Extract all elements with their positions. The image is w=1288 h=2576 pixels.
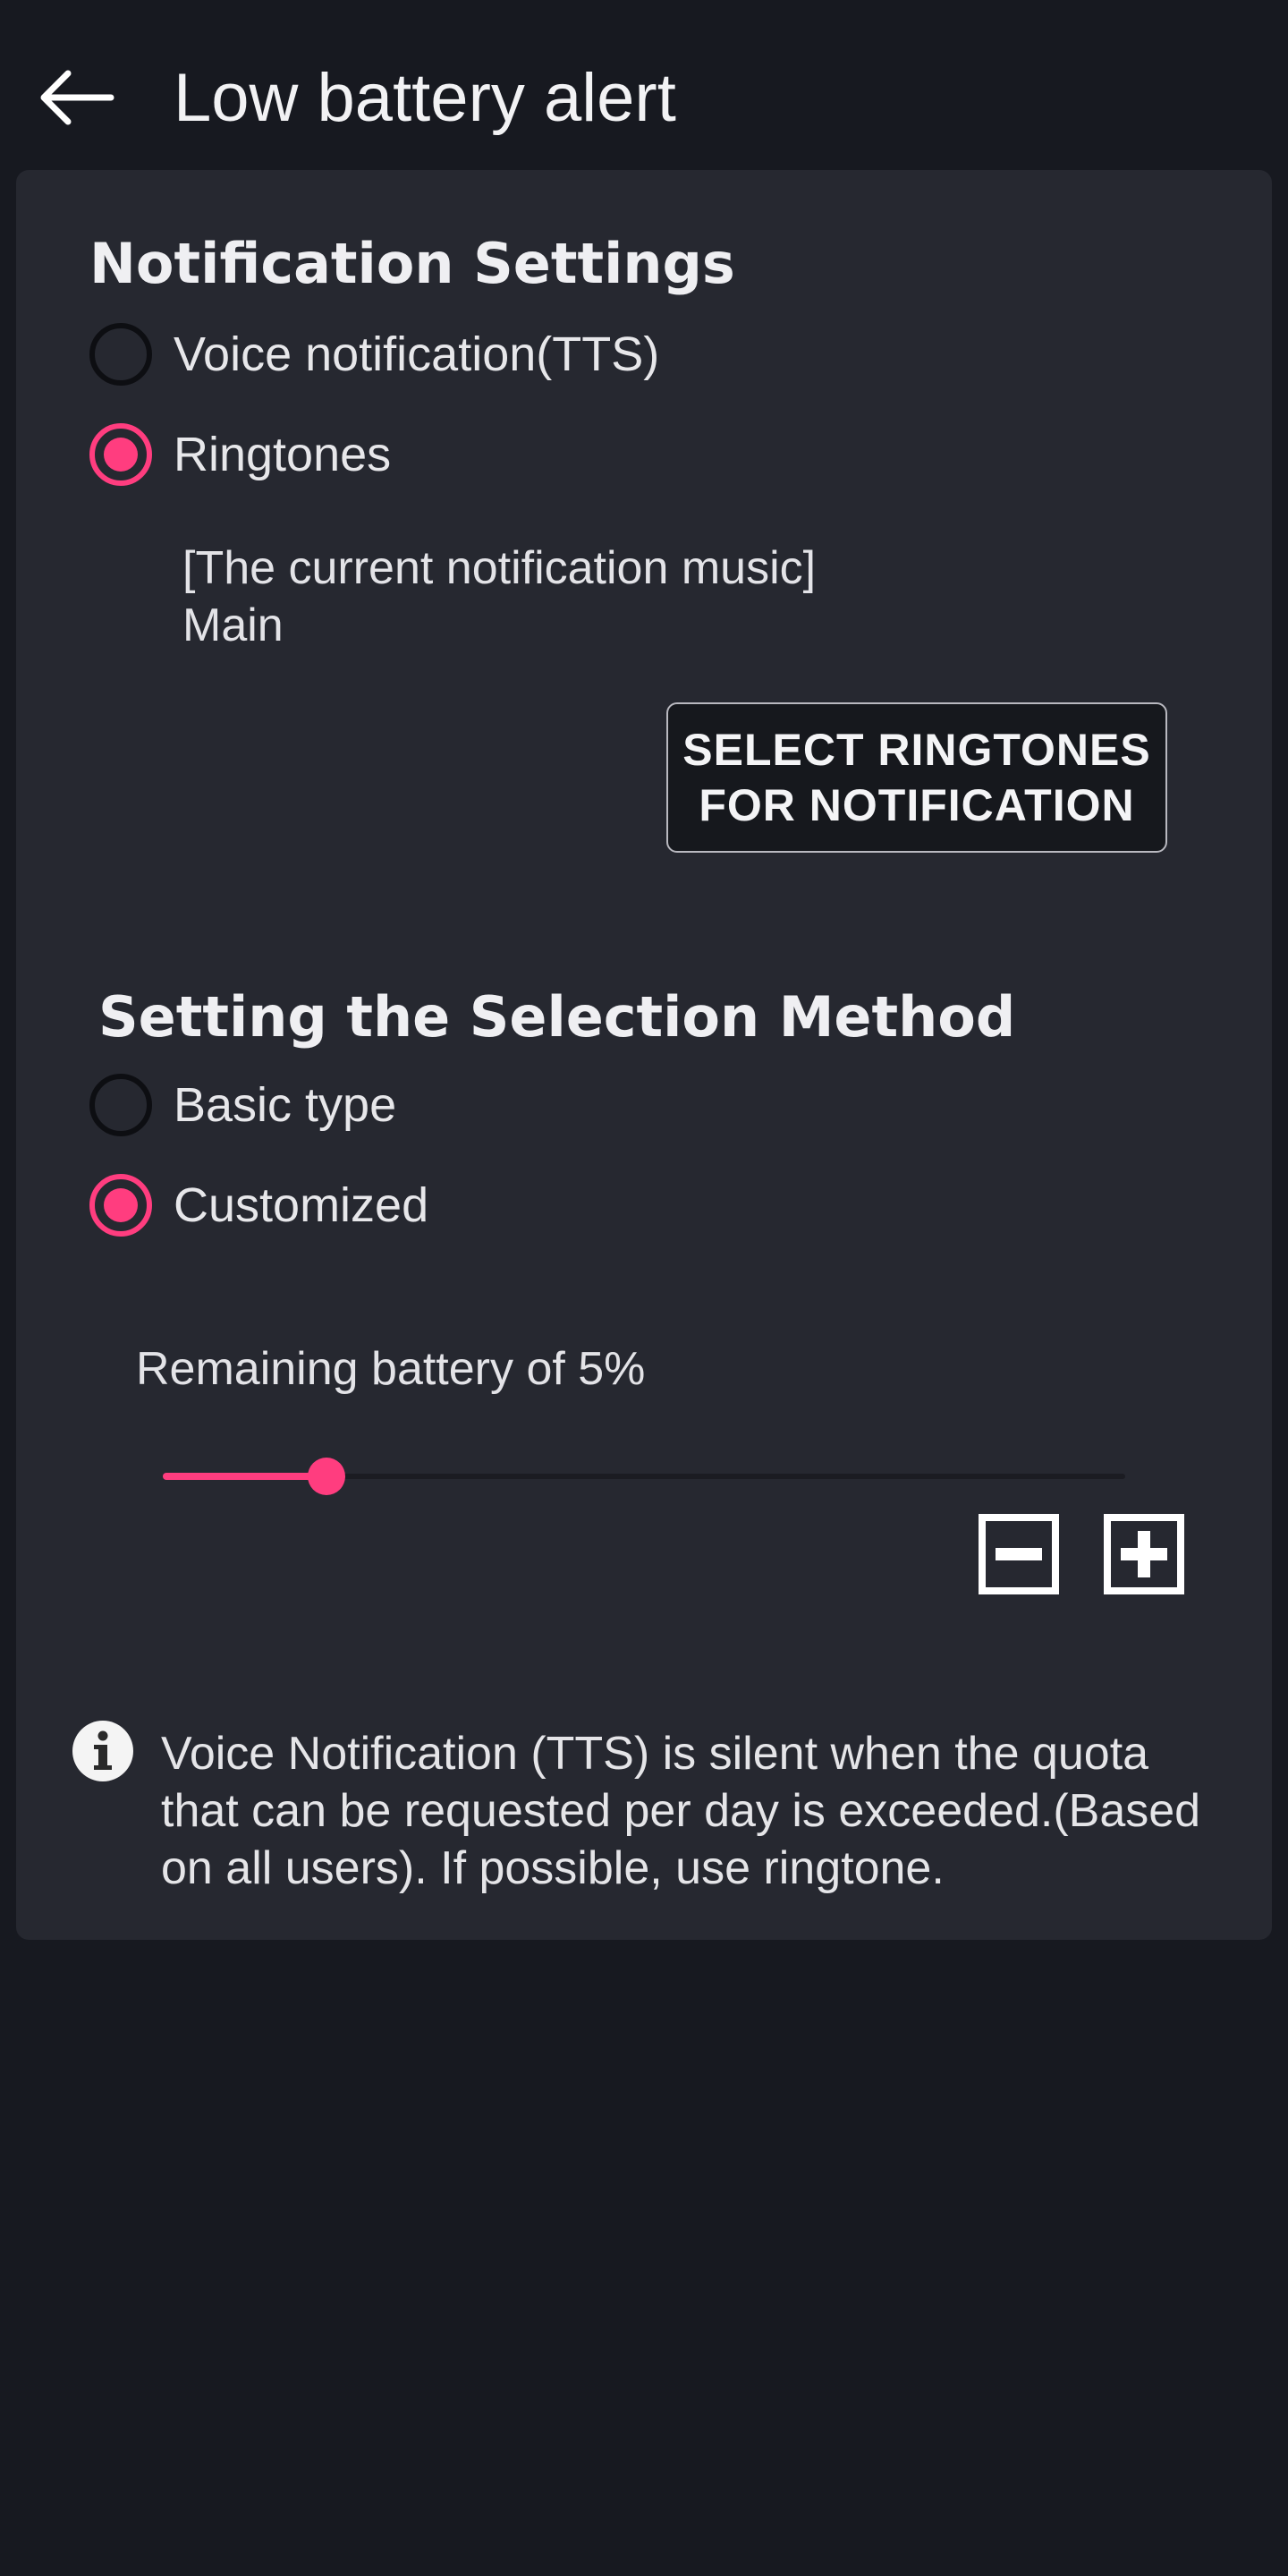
back-button[interactable] <box>39 59 116 136</box>
slider-label: Remaining battery of 5% <box>136 1343 646 1395</box>
notification-settings-heading: Notification Settings <box>89 231 735 296</box>
note-line: that can be requested per day is exceede… <box>161 1785 1201 1837</box>
screen: Low battery alert Notification Settings … <box>0 0 1288 2576</box>
radio-label: Ringtones <box>174 428 392 481</box>
info-icon <box>72 1721 133 1781</box>
increase-button[interactable] <box>1104 1514 1184 1594</box>
radio-ringtones[interactable]: Ringtones <box>89 410 391 499</box>
select-ringtones-button[interactable]: SELECT RINGTONES FOR NOTIFICATION <box>666 702 1167 853</box>
radio-basic-type[interactable]: Basic type <box>89 1060 396 1150</box>
radio-label: Basic type <box>174 1078 397 1132</box>
battery-slider[interactable] <box>163 1450 1125 1503</box>
slider-thumb[interactable] <box>308 1458 345 1495</box>
select-button-line1: SELECT RINGTONES <box>682 725 1151 775</box>
current-music-value: Main <box>182 599 284 651</box>
radio-label: Customized <box>174 1178 429 1232</box>
note-line: on all users). If possible, use ringtone… <box>161 1842 945 1894</box>
plus-box-icon <box>1104 1514 1184 1594</box>
radio-label: Voice notification(TTS) <box>174 327 660 381</box>
tts-quota-note: Voice Notification (TTS) is silent when … <box>161 1725 1200 1897</box>
minus-box-icon <box>979 1514 1059 1594</box>
radio-customized[interactable]: Customized <box>89 1160 428 1250</box>
page-title: Low battery alert <box>174 60 676 136</box>
decrease-button[interactable] <box>979 1514 1059 1594</box>
radio-button-checked[interactable] <box>89 423 152 486</box>
select-button-line2: FOR NOTIFICATION <box>699 780 1135 830</box>
radio-button-unchecked[interactable] <box>89 323 152 386</box>
radio-voice-notification[interactable]: Voice notification(TTS) <box>89 310 659 399</box>
note-line: Voice Notification (TTS) is silent when … <box>161 1728 1149 1780</box>
arrow-left-icon <box>40 70 114 125</box>
app-bar: Low battery alert <box>0 0 1288 170</box>
radio-button-unchecked[interactable] <box>89 1074 152 1136</box>
radio-button-checked[interactable] <box>89 1174 152 1237</box>
slider-fill <box>163 1473 326 1480</box>
selection-method-heading: Setting the Selection Method <box>98 984 1016 1050</box>
current-music-label: [The current notification music] <box>182 542 817 594</box>
